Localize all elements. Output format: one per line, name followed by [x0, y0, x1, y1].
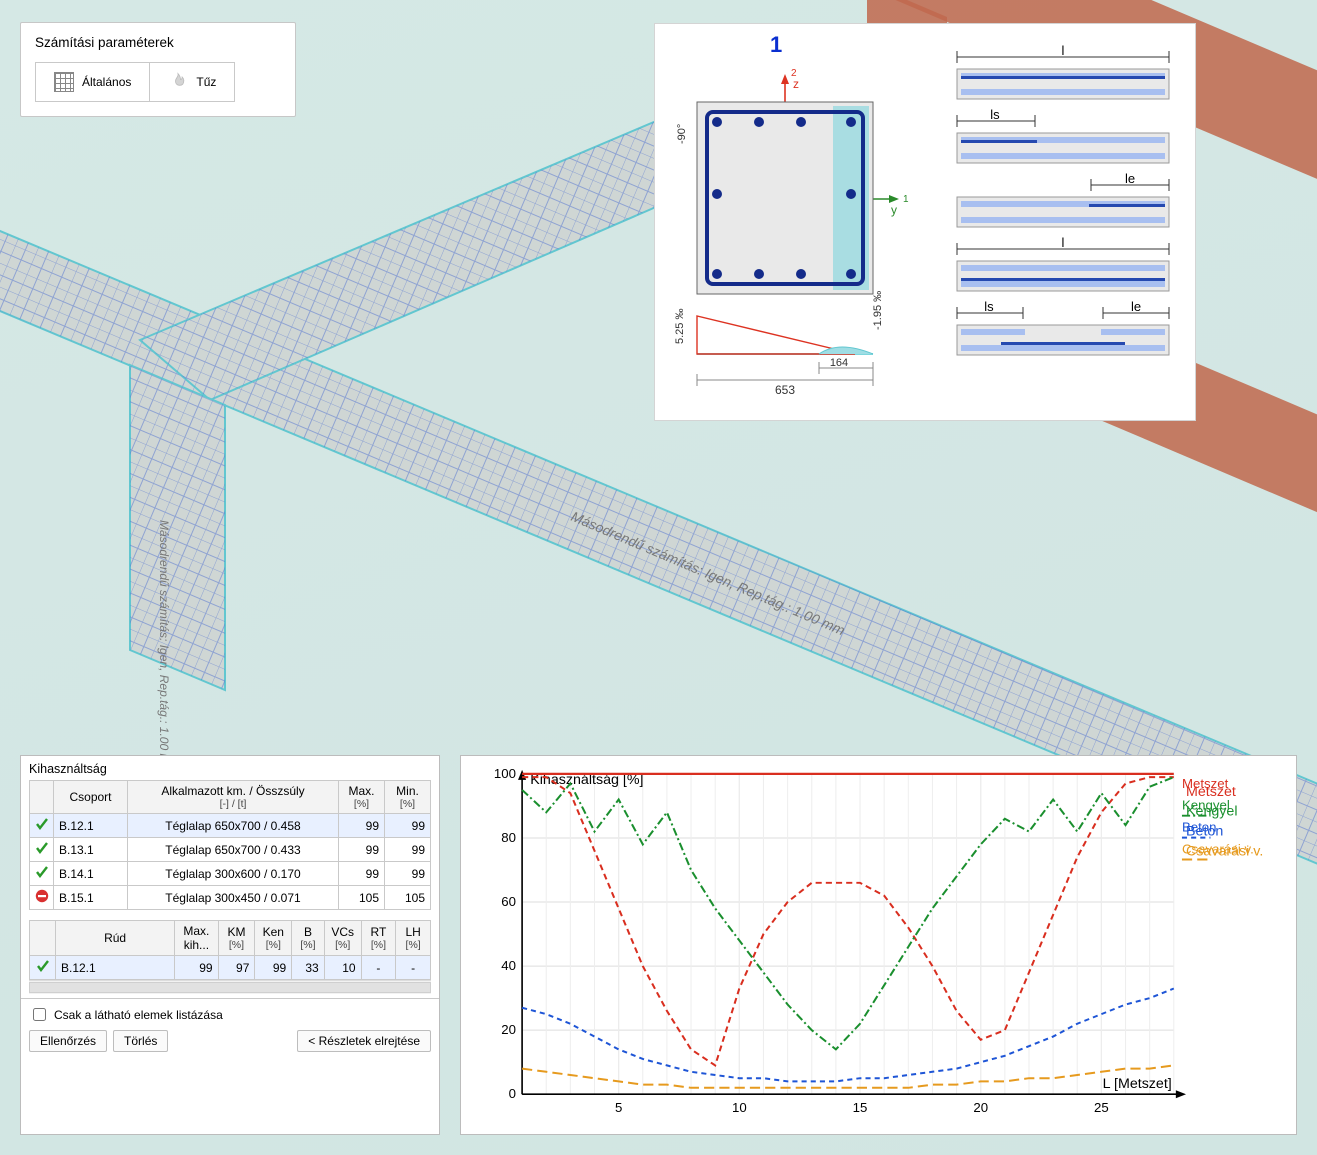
- svg-text:le: le: [1125, 171, 1135, 186]
- col-max[interactable]: Max.[%]: [339, 781, 385, 814]
- cross-section-figure: 1 z 2 y 1 -90° 5.25 ‰ -1.95 ‰: [655, 24, 935, 420]
- col-ken[interactable]: Ken[%]: [255, 921, 292, 956]
- btn-delete[interactable]: Törlés: [113, 1030, 168, 1052]
- hscrollbar[interactable]: [29, 980, 431, 994]
- grid-icon: [54, 72, 74, 92]
- svg-text:10: 10: [732, 1100, 747, 1115]
- params-title: Számítási paraméterek: [35, 35, 281, 50]
- table-row[interactable]: B.14.1Téglalap 300x600 / 0.1709999: [30, 862, 431, 886]
- chk-label: Csak a látható elemek listázása: [54, 1008, 223, 1022]
- svg-text:2: 2: [791, 68, 797, 79]
- btn-details[interactable]: < Részletek elrejtése: [297, 1030, 431, 1052]
- tab-label: Általános: [82, 75, 131, 89]
- col-rt[interactable]: RT[%]: [361, 921, 396, 956]
- util-title: Kihasználtság: [29, 762, 431, 776]
- table-row[interactable]: B.15.1Téglalap 300x450 / 0.071105105: [30, 886, 431, 910]
- rebar-schema-le: le: [945, 170, 1181, 234]
- table-row[interactable]: B.12.19997993310--: [30, 956, 431, 980]
- overlay-note: Másodrendű számítás: Igen, Rep.tág.: 1.0…: [157, 520, 171, 773]
- utilization-chart: 020406080100510152025Kihasználtság [%]L …: [460, 755, 1297, 1135]
- svg-text:ls: ls: [990, 107, 1000, 122]
- svg-text:Metszet: Metszet: [1186, 783, 1236, 799]
- flame-icon: [168, 72, 188, 92]
- params-panel: Számítási paraméterek Általános Tűz: [20, 22, 296, 117]
- chart-svg: 020406080100510152025Kihasználtság [%]L …: [461, 756, 1296, 1134]
- svg-text:Beton: Beton: [1186, 823, 1223, 839]
- tab-general[interactable]: Általános: [35, 62, 149, 102]
- groups-table[interactable]: Csoport Alkalmazott km. / Összsúly[-] / …: [29, 780, 431, 910]
- svg-text:1: 1: [770, 32, 782, 57]
- tab-fire[interactable]: Tűz: [149, 62, 235, 102]
- svg-text:y: y: [891, 203, 897, 217]
- svg-text:l: l: [1062, 43, 1065, 58]
- svg-text:Kengyel: Kengyel: [1186, 803, 1237, 819]
- svg-text:z: z: [793, 77, 799, 91]
- svg-text:le: le: [1131, 299, 1141, 314]
- btn-check[interactable]: Ellenőrzés: [29, 1030, 107, 1052]
- svg-text:-90°: -90°: [676, 124, 688, 144]
- checkbox[interactable]: [33, 1008, 46, 1021]
- bars-table[interactable]: Rúd Max. kih... KM[%] Ken[%] B[%] VCs[%]…: [29, 920, 431, 980]
- svg-text:l: l: [1062, 235, 1065, 250]
- col-lh[interactable]: LH[%]: [396, 921, 431, 956]
- svg-text:100: 100: [494, 766, 516, 781]
- rebar-schema-l: l: [945, 42, 1181, 106]
- svg-text:ls: ls: [984, 299, 994, 314]
- svg-text:25: 25: [1094, 1100, 1109, 1115]
- section-panel: 1 z 2 y 1 -90° 5.25 ‰ -1.95 ‰: [655, 24, 1195, 420]
- chk-only-visible[interactable]: Csak a látható elemek listázása: [29, 1005, 431, 1024]
- table-row[interactable]: B.13.1Téglalap 650x700 / 0.4339999: [30, 838, 431, 862]
- svg-text:80: 80: [501, 830, 516, 845]
- col-b[interactable]: B[%]: [292, 921, 325, 956]
- tab-label: Tűz: [196, 75, 216, 89]
- svg-text:653: 653: [775, 383, 795, 397]
- svg-text:-1.95 ‰: -1.95 ‰: [872, 291, 884, 330]
- col-bar[interactable]: Rúd: [56, 921, 175, 956]
- svg-text:Csavarási v.: Csavarási v.: [1186, 843, 1263, 859]
- utilization-panel: Kihasználtság Csoport Alkalmazott km. / …: [20, 755, 440, 1135]
- svg-text:20: 20: [501, 1022, 516, 1037]
- svg-text:5: 5: [615, 1100, 622, 1115]
- col-group[interactable]: Csoport: [54, 781, 128, 814]
- svg-text:40: 40: [501, 958, 516, 973]
- rebar-schema-lsle: ls le: [945, 298, 1181, 362]
- svg-text:5.25 ‰: 5.25 ‰: [674, 309, 686, 344]
- svg-text:164: 164: [830, 357, 848, 369]
- rebar-schema-l2: l: [945, 234, 1181, 298]
- svg-text:1: 1: [903, 194, 909, 205]
- svg-text:0: 0: [509, 1086, 516, 1101]
- col-vcs[interactable]: VCs[%]: [324, 921, 361, 956]
- col-min[interactable]: Min.[%]: [385, 781, 431, 814]
- svg-text:15: 15: [853, 1100, 868, 1115]
- col-maxk[interactable]: Max. kih...: [175, 921, 218, 956]
- svg-text:60: 60: [501, 894, 516, 909]
- col-applied[interactable]: Alkalmazott km. / Összsúly[-] / [t]: [128, 781, 339, 814]
- rebar-schema-ls: ls: [945, 106, 1181, 170]
- svg-text:L [Metszet]: L [Metszet]: [1103, 1075, 1172, 1091]
- table-row[interactable]: B.12.1Téglalap 650x700 / 0.4589999: [30, 814, 431, 838]
- col-km[interactable]: KM[%]: [218, 921, 255, 956]
- svg-text:20: 20: [973, 1100, 988, 1115]
